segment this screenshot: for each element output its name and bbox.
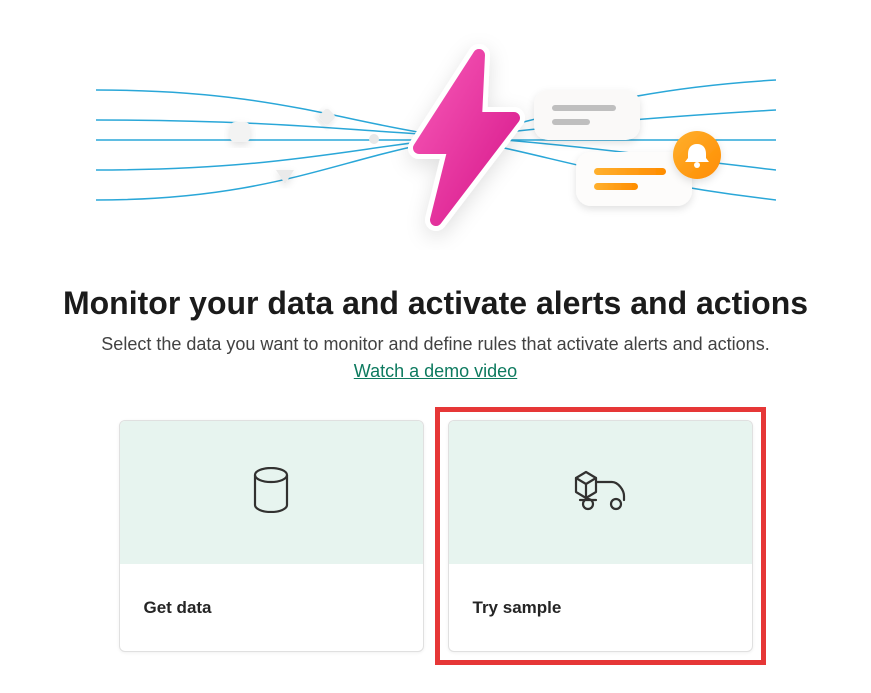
hero-illustration <box>96 20 776 250</box>
delivery-truck-icon <box>572 468 628 517</box>
try-sample-card-icon-area <box>449 421 752 564</box>
notification-bell-icon <box>673 131 721 179</box>
get-data-label: Get data <box>144 598 212 618</box>
try-sample-label: Try sample <box>473 598 562 618</box>
watch-demo-link[interactable]: Watch a demo video <box>354 361 517 382</box>
decoration-shapes <box>230 108 379 184</box>
try-sample-card[interactable]: Try sample <box>448 420 753 652</box>
chat-card-gray <box>534 90 640 140</box>
get-data-card[interactable]: Get data <box>119 420 424 652</box>
page-heading: Monitor your data and activate alerts an… <box>63 285 808 322</box>
get-data-card-icon-area <box>120 421 423 564</box>
database-icon <box>251 467 291 518</box>
page-container: Monitor your data and activate alerts an… <box>0 0 871 652</box>
page-subtitle: Select the data you want to monitor and … <box>101 334 769 355</box>
card-row: Get data <box>119 420 753 652</box>
